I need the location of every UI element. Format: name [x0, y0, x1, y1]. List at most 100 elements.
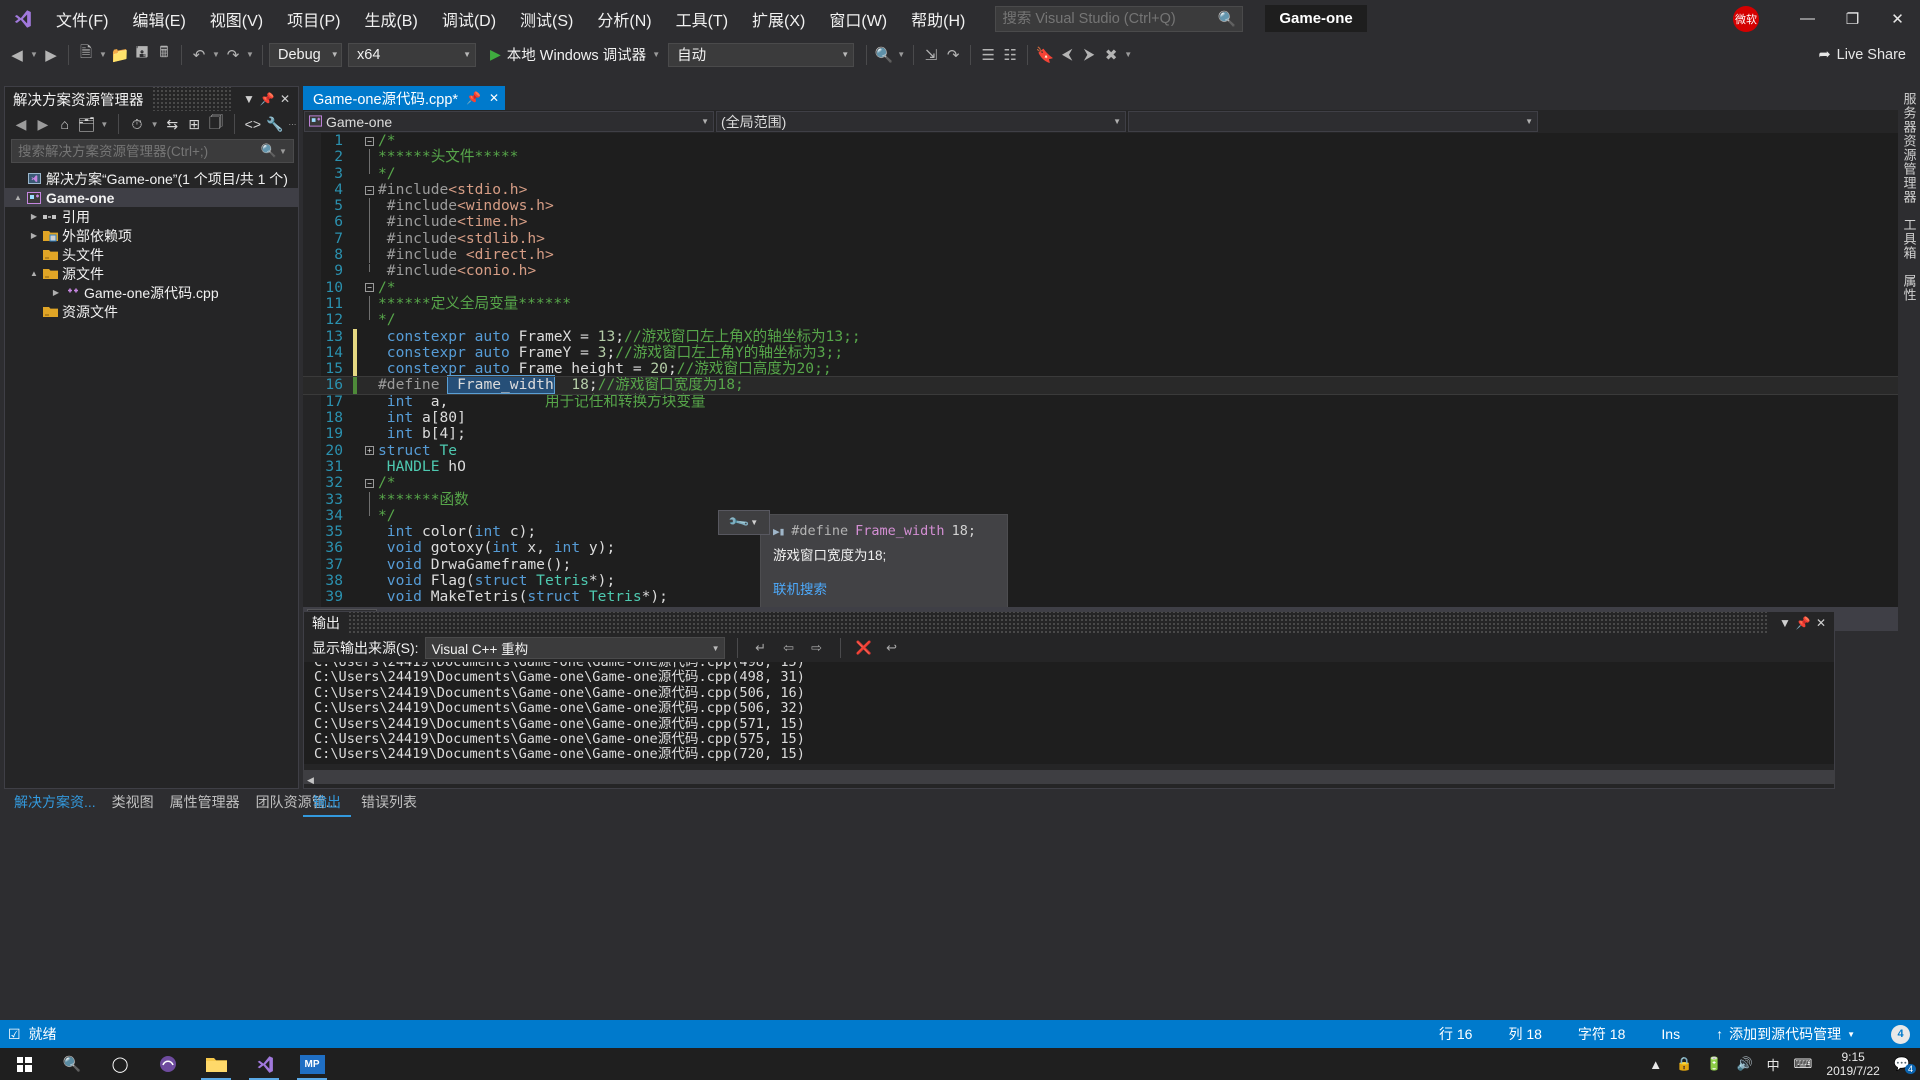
- clear-output-icon[interactable]: ❌: [853, 637, 875, 659]
- step-over-icon[interactable]: ↷: [942, 42, 964, 68]
- solution-platform-combo[interactable]: x64 ▼: [348, 43, 476, 67]
- tree-arrow-source[interactable]: ▲: [27, 269, 41, 278]
- navigate-back-icon[interactable]: ◀: [6, 42, 28, 68]
- output-scroll-left-icon[interactable]: ◀: [303, 775, 314, 786]
- open-file-icon[interactable]: 📁: [109, 42, 131, 68]
- nav-member-combo[interactable]: ▼: [1128, 111, 1538, 132]
- code-line[interactable]: 32−/*: [303, 475, 1916, 491]
- save-icon[interactable]: 🖪: [131, 42, 153, 68]
- fold-marker[interactable]: [361, 149, 378, 165]
- status-insert-mode[interactable]: Ins: [1661, 1026, 1680, 1042]
- next-bookmark-icon[interactable]: ⮞: [1078, 42, 1100, 68]
- output-menu-chevron-icon[interactable]: ▼: [1776, 613, 1794, 633]
- editor-tab-active[interactable]: Game-one源代码.cpp* 📌 ✕: [303, 86, 505, 110]
- tab-pin-icon[interactable]: 📌: [466, 91, 481, 105]
- menu-test[interactable]: 测试(S): [508, 0, 585, 38]
- properties-tab[interactable]: 属性: [1900, 274, 1919, 302]
- output-source-combo[interactable]: Visual C++ 重构 ▼: [425, 637, 725, 659]
- code-line[interactable]: 37 void DrwaGameframe();: [303, 557, 1916, 573]
- taskbar-app-visual-studio[interactable]: [240, 1048, 288, 1080]
- microsoft-account-badge[interactable]: 微软: [1733, 6, 1759, 32]
- fold-marker[interactable]: [361, 296, 378, 312]
- properties-icon[interactable]: 🔧: [265, 113, 285, 135]
- taskbar-app-browser[interactable]: [144, 1048, 192, 1080]
- quick-actions-button[interactable]: 🔧 ▼: [718, 510, 770, 535]
- tray-volume-icon[interactable]: 🔊: [1736, 1056, 1752, 1072]
- code-line[interactable]: 8 #include <direct.h>: [303, 247, 1916, 263]
- find-in-files-icon[interactable]: 🔍: [873, 42, 895, 68]
- output-line[interactable]: C:\Users\24419\Documents\Game-one\Game-o…: [304, 686, 1834, 701]
- code-line[interactable]: 15 constexpr auto Frame_height = 20;//游戏…: [303, 361, 1916, 377]
- bottom-tab-solution-explorer[interactable]: 解决方案资...: [6, 789, 104, 815]
- global-search-box[interactable]: 🔍: [995, 6, 1243, 32]
- menu-view[interactable]: 视图(V): [198, 0, 275, 38]
- fold-marker[interactable]: −: [361, 283, 378, 292]
- tray-keyboard-icon[interactable]: ⌨: [1794, 1056, 1813, 1072]
- code-line[interactable]: 6 #include<time.h>: [303, 214, 1916, 230]
- code-line[interactable]: 12*/: [303, 312, 1916, 328]
- output-line[interactable]: C:\Users\24419\Documents\Game-one\Game-o…: [304, 701, 1834, 716]
- code-line[interactable]: 20+struct Te: [303, 443, 1916, 459]
- tray-expand-icon[interactable]: ▲: [1649, 1057, 1662, 1072]
- tree-row-source-files[interactable]: ▲ 源文件: [5, 264, 298, 283]
- back-icon[interactable]: ◀: [11, 113, 31, 135]
- refresh-icon[interactable]: ⊞: [184, 113, 204, 135]
- view-code-icon[interactable]: <>: [243, 113, 263, 135]
- output-pin-icon[interactable]: 📌: [1794, 613, 1812, 633]
- tab-close-icon[interactable]: ✕: [489, 91, 499, 105]
- code-line[interactable]: 5 #include<windows.h>: [303, 198, 1916, 214]
- new-project-icon[interactable]: 🗎: [75, 42, 97, 68]
- code-line[interactable]: 3*/: [303, 166, 1916, 182]
- code-line[interactable]: 38 void Flag(struct Tetris*);: [303, 573, 1916, 589]
- code-line[interactable]: 14 constexpr auto FrameY = 3;//游戏窗口左上角Y的…: [303, 345, 1916, 361]
- code-line[interactable]: 16#define Frame_width 18;//游戏窗口宽度为18;: [303, 377, 1916, 393]
- tray-ime-label[interactable]: 中: [1767, 1055, 1780, 1074]
- forward-icon[interactable]: ▶: [33, 113, 53, 135]
- undo-icon[interactable]: ↶: [188, 42, 210, 68]
- redo-icon[interactable]: ↷: [222, 42, 244, 68]
- auto-combo[interactable]: 自动 ▼: [668, 43, 854, 67]
- code-line[interactable]: 7 #include<stdlib.h>: [303, 231, 1916, 247]
- code-line[interactable]: 9 #include<conio.h>: [303, 263, 1916, 279]
- output-horizontal-scrollbar[interactable]: ◀: [303, 770, 1835, 784]
- start-button[interactable]: [0, 1048, 48, 1080]
- code-line[interactable]: 13 constexpr auto FrameX = 13;//游戏窗口左上角X…: [303, 329, 1916, 345]
- menu-tools[interactable]: 工具(T): [664, 0, 740, 38]
- tree-row-header-files[interactable]: 头文件: [5, 245, 298, 264]
- code-line[interactable]: 11******定义全局变量******: [303, 296, 1916, 312]
- menu-project[interactable]: 项目(P): [275, 0, 352, 38]
- code-line[interactable]: 34*/: [303, 508, 1916, 524]
- taskbar-app-explorer[interactable]: [192, 1048, 240, 1080]
- toggle-bookmark-icon[interactable]: 🔖: [1034, 42, 1056, 68]
- code-line[interactable]: 4−#include<stdio.h>: [303, 182, 1916, 198]
- bottom-tab-class-view[interactable]: 类视图: [104, 789, 162, 815]
- panel-menu-chevron-icon[interactable]: ▼: [240, 89, 258, 109]
- show-all-files-icon[interactable]: 🗂: [77, 113, 97, 135]
- output-text-area[interactable]: C:\Users\24419\Documents\Game-one\Game-o…: [304, 662, 1834, 764]
- online-search-link[interactable]: 联机搜索: [773, 578, 997, 598]
- tree-arrow-cpp[interactable]: ▶: [49, 288, 63, 297]
- redo-caret-icon[interactable]: ▼: [244, 50, 256, 59]
- expand-quickinfo-icon[interactable]: ▶▮: [773, 525, 784, 538]
- save-all-icon[interactable]: 🖩: [153, 42, 175, 68]
- output-line[interactable]: C:\Users\24419\Documents\Game-one\Game-o…: [304, 717, 1834, 732]
- status-source-control[interactable]: ↑ 添加到源代码管理 ▼: [1716, 1024, 1855, 1044]
- menu-extensions[interactable]: 扩展(X): [740, 0, 817, 38]
- maximize-button[interactable]: ❐: [1830, 4, 1875, 34]
- uncomment-lines-icon[interactable]: ☷: [999, 42, 1021, 68]
- tray-security-icon[interactable]: 🔒: [1676, 1056, 1692, 1072]
- output-line[interactable]: C:\Users\24419\Documents\Game-one\Game-o…: [304, 670, 1834, 685]
- close-panel-icon[interactable]: ✕: [276, 89, 294, 109]
- output-line[interactable]: C:\Users\24419\Documents\Game-one\Game-o…: [304, 747, 1834, 762]
- fold-marker[interactable]: −: [361, 137, 378, 146]
- code-line[interactable]: 19 int b[4];: [303, 426, 1916, 442]
- previous-bookmark-icon[interactable]: ⮜: [1056, 42, 1078, 68]
- minimize-button[interactable]: —: [1785, 4, 1830, 34]
- menu-debug[interactable]: 调试(D): [430, 0, 508, 38]
- next-message-icon[interactable]: ⇨: [806, 637, 828, 659]
- pending-changes-icon[interactable]: ⏱: [127, 113, 147, 135]
- go-to-message-icon[interactable]: ↵: [750, 637, 772, 659]
- bottom-tab-error-list[interactable]: 错误列表: [351, 789, 427, 817]
- code-line[interactable]: 17 int a, 用于记任和转换方块变量: [303, 394, 1916, 410]
- debug-target-label[interactable]: 本地 Windows 调试器: [507, 44, 650, 65]
